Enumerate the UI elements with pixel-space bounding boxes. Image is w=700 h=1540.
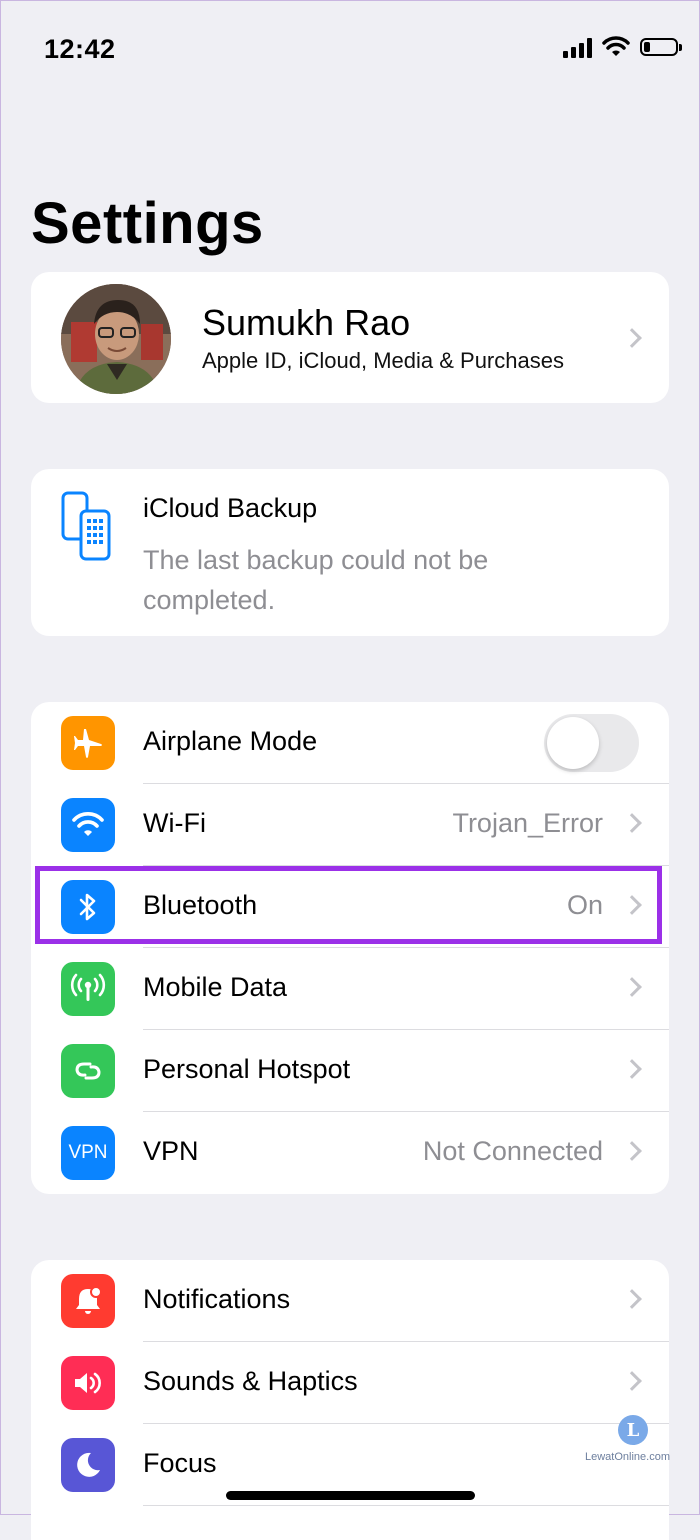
separator bbox=[143, 1505, 669, 1506]
status-bar: 12:42 bbox=[0, 0, 700, 100]
chevron-right-icon bbox=[622, 977, 642, 997]
chevron-right-icon bbox=[622, 1289, 642, 1309]
row-bluetooth[interactable]: Bluetooth On bbox=[31, 866, 669, 948]
row-label: VPN bbox=[143, 1136, 199, 1166]
icloud-backup-card[interactable]: iCloud Backup The last backup could not … bbox=[31, 469, 669, 636]
battery-icon bbox=[640, 38, 682, 56]
home-indicator[interactable] bbox=[226, 1491, 475, 1500]
wifi-icon bbox=[61, 798, 115, 852]
row-sounds-haptics[interactable]: Sounds & Haptics bbox=[31, 1342, 669, 1424]
antenna-icon bbox=[61, 962, 115, 1016]
row-mobile-data[interactable]: Mobile Data bbox=[31, 948, 669, 1030]
signal-icon bbox=[563, 36, 592, 58]
airplane-mode-toggle[interactable] bbox=[544, 714, 639, 772]
backup-message: The last backup could not be completed. bbox=[143, 545, 489, 615]
status-time: 12:42 bbox=[44, 34, 116, 64]
row-label: Airplane Mode bbox=[143, 726, 318, 756]
row-airplane-mode[interactable]: Airplane Mode bbox=[31, 702, 669, 784]
row-label: Mobile Data bbox=[143, 972, 288, 1002]
chevron-right-icon bbox=[622, 1059, 642, 1079]
toggle-knob bbox=[547, 717, 599, 769]
bluetooth-icon bbox=[61, 880, 115, 934]
row-personal-hotspot[interactable]: Personal Hotspot bbox=[31, 1030, 669, 1112]
moon-icon bbox=[61, 1438, 115, 1492]
row-label: Notifications bbox=[143, 1284, 291, 1314]
watermark-text: LewatOnline.com bbox=[585, 1451, 670, 1463]
vpn-icon: VPN bbox=[61, 1126, 115, 1180]
wifi-icon bbox=[602, 36, 630, 56]
chevron-right-icon bbox=[622, 1141, 642, 1161]
chevron-right-icon bbox=[622, 895, 642, 915]
watermark-logo: L bbox=[618, 1415, 648, 1445]
backup-title: iCloud Backup bbox=[143, 493, 318, 523]
profile-name: Sumukh Rao bbox=[202, 302, 411, 343]
connectivity-group: Airplane Mode Wi-Fi Trojan_Error Bluetoo… bbox=[31, 702, 669, 1194]
row-label: Wi-Fi bbox=[143, 808, 206, 838]
chevron-right-icon bbox=[622, 813, 642, 833]
apple-id-row[interactable]: Sumukh Rao Apple ID, iCloud, Media & Pur… bbox=[31, 272, 669, 403]
profile-subtitle: Apple ID, iCloud, Media & Purchases bbox=[202, 348, 564, 373]
page-title: Settings bbox=[31, 191, 264, 256]
avatar bbox=[61, 284, 171, 394]
wifi-network-name: Trojan_Error bbox=[452, 808, 603, 838]
speaker-icon bbox=[61, 1356, 115, 1410]
row-label: Sounds & Haptics bbox=[143, 1366, 358, 1396]
chevron-right-icon bbox=[622, 1371, 642, 1391]
hotspot-icon bbox=[61, 1044, 115, 1098]
bluetooth-status: On bbox=[566, 890, 603, 920]
row-wifi[interactable]: Wi-Fi Trojan_Error bbox=[31, 784, 669, 866]
row-label: Personal Hotspot bbox=[143, 1054, 351, 1084]
vpn-status: Not Connected bbox=[422, 1136, 603, 1166]
airplane-icon bbox=[61, 716, 115, 770]
row-notifications[interactable]: Notifications bbox=[31, 1260, 669, 1342]
row-vpn[interactable]: VPN VPN Not Connected bbox=[31, 1112, 669, 1194]
iphone-backup-icon bbox=[61, 491, 111, 561]
watermark: L LewatOnline.com bbox=[585, 1415, 685, 1465]
bell-icon bbox=[61, 1274, 115, 1328]
row-label: Focus bbox=[143, 1448, 217, 1478]
chevron-right-icon bbox=[622, 328, 642, 348]
status-icons bbox=[563, 36, 682, 58]
row-label: Bluetooth bbox=[143, 890, 258, 920]
battery-level bbox=[644, 42, 650, 52]
